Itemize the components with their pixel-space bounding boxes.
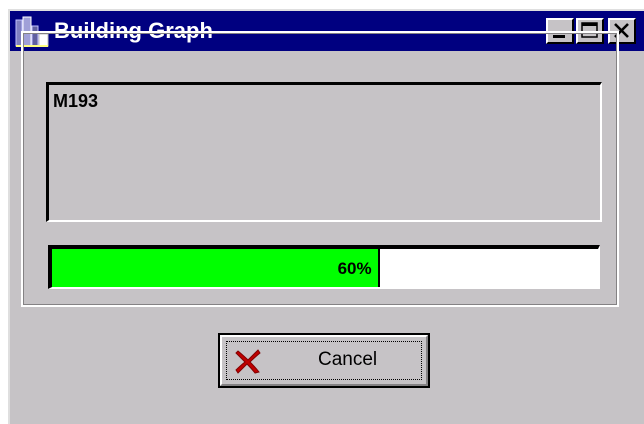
status-message: M193 bbox=[53, 91, 99, 111]
cancel-label: Cancel bbox=[318, 349, 378, 370]
progress-bar: 60% bbox=[48, 245, 600, 289]
status-message-box: M193 bbox=[46, 82, 602, 222]
progress-fill: 60% bbox=[52, 249, 380, 287]
cancel-button[interactable]: Cancel bbox=[218, 333, 430, 388]
progress-label: 60% bbox=[337, 259, 372, 278]
red-x-icon bbox=[234, 347, 262, 375]
